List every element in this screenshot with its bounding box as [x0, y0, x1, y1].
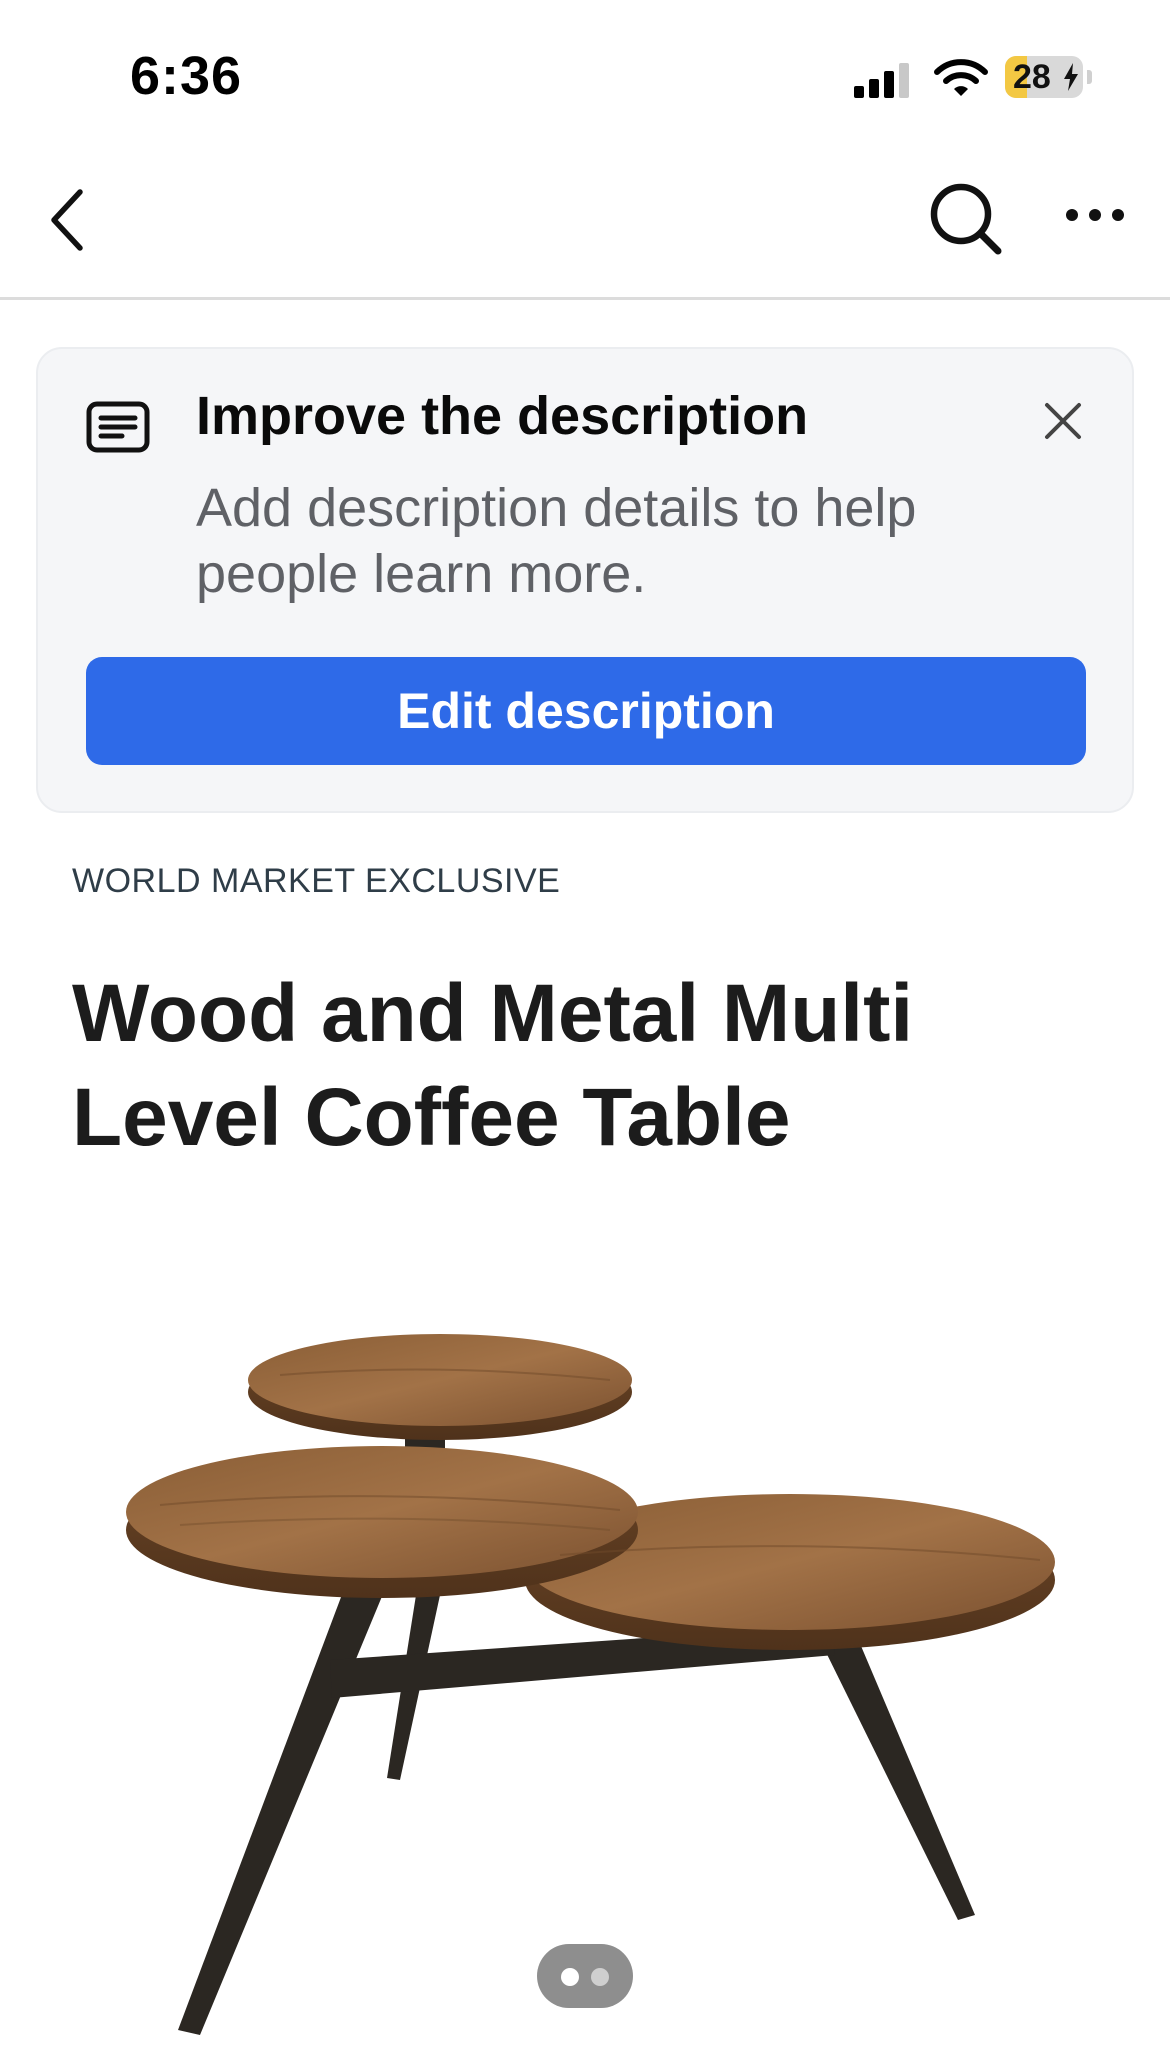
product-brand-label: WORLD MARKET EXCLUSIVE [72, 862, 561, 900]
nav-bar [0, 140, 1170, 300]
close-icon[interactable] [1041, 399, 1085, 443]
edit-description-button[interactable]: Edit description [86, 657, 1086, 765]
carousel-dot[interactable] [591, 1968, 609, 1986]
improve-description-card: Improve the description Add description … [36, 347, 1134, 813]
product-title: Wood and Metal Multi Level Coffee Table [72, 968, 914, 1163]
status-time: 6:36 [130, 46, 243, 106]
document-text-icon [86, 401, 150, 453]
status-bar: 6:36 28 [0, 0, 1170, 140]
carousel-page-indicator[interactable] [537, 1944, 633, 2008]
card-description: Add description details to help people l… [196, 478, 917, 604]
carousel-dot[interactable] [561, 1968, 579, 1986]
chevron-left-icon[interactable] [40, 180, 100, 260]
cellular-signal-icon [854, 63, 909, 98]
more-horizontal-icon[interactable] [1060, 195, 1130, 235]
search-icon[interactable] [925, 178, 1005, 258]
battery-level: 28 [1013, 58, 1051, 96]
battery-charging-icon: 28 [1005, 56, 1093, 100]
card-title: Improve the description [196, 386, 809, 446]
wifi-icon [934, 59, 988, 96]
